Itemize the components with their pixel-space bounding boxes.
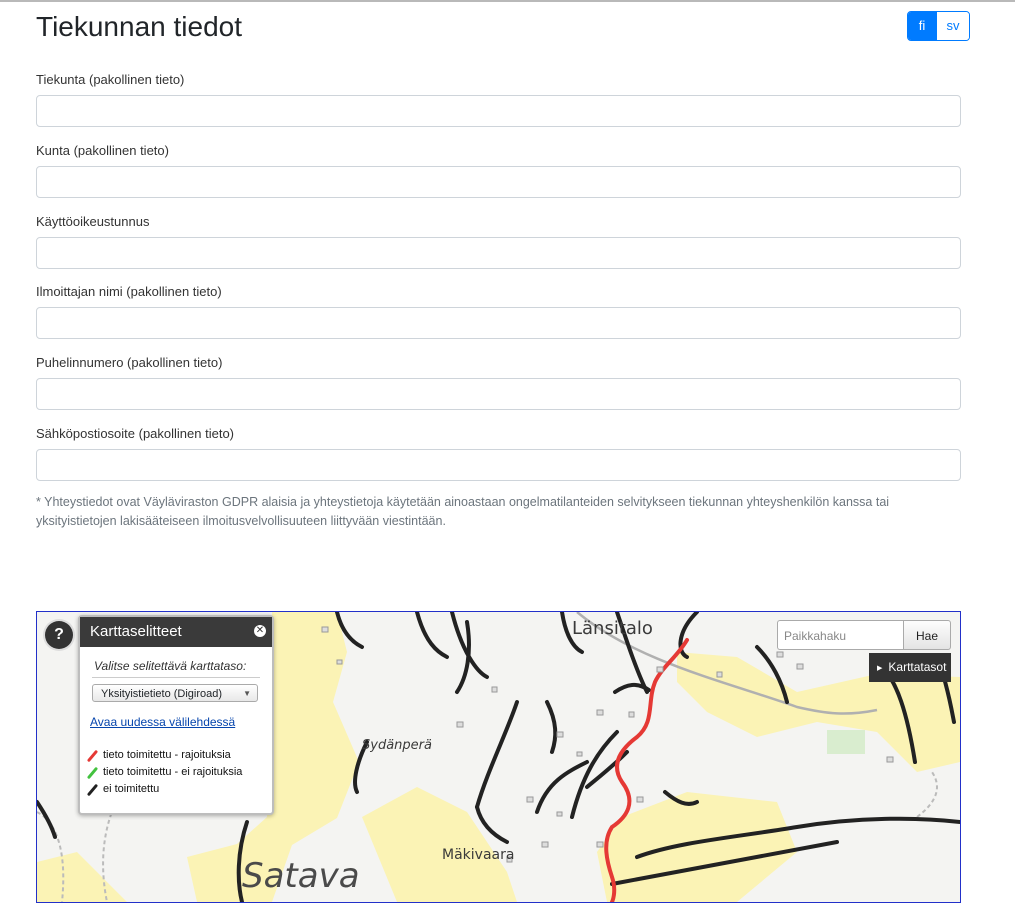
lang-sv-button[interactable]: sv bbox=[936, 12, 969, 40]
legend-item-label: tieto toimitettu - rajoituksia bbox=[103, 749, 231, 761]
map-legend-panel: Karttaselitteet ✕ Valitse selitettävä ka… bbox=[78, 615, 274, 815]
legend-item-unrestricted: tieto toimitettu - ei rajoituksia bbox=[86, 764, 272, 781]
place-search-input[interactable]: Paikkahaku bbox=[777, 620, 903, 650]
page-title: Tiekunnan tiedot bbox=[36, 11, 242, 42]
open-in-new-tab-link[interactable]: Avaa uudessa välilehdessä bbox=[90, 715, 272, 729]
field-kunta: Kunta (pakollinen tieto) bbox=[36, 143, 961, 198]
legend-item-not-reported: ei toimitettu bbox=[86, 781, 272, 798]
ilmoittajan-nimi-input[interactable] bbox=[36, 307, 961, 339]
search-button[interactable]: Hae bbox=[903, 620, 951, 650]
legend-item-label: tieto toimitettu - ei rajoituksia bbox=[103, 766, 243, 778]
place-label: Länsitalo bbox=[572, 618, 653, 639]
field-label: Puhelinnumero (pakollinen tieto) bbox=[36, 355, 223, 370]
close-icon[interactable]: ✕ bbox=[254, 625, 266, 637]
black-line-icon bbox=[86, 783, 99, 797]
top-divider bbox=[0, 0, 1015, 2]
red-line-icon bbox=[86, 749, 99, 763]
tiekunta-input[interactable] bbox=[36, 95, 961, 127]
map-layers-label: Karttatasot bbox=[888, 660, 947, 674]
field-ilmoittajan-nimi: Ilmoittajan nimi (pakollinen tieto) bbox=[36, 284, 961, 339]
layer-select[interactable]: Yksityistietieto (Digiroad) ▼ bbox=[92, 684, 258, 702]
gdpr-note: * Yhteystiedot ovat Väyläviraston GDPR a… bbox=[36, 495, 890, 528]
field-sahkopostiosoite: Sähköpostiosoite (pakollinen tieto) bbox=[36, 426, 961, 481]
layer-select-value: Yksityistietieto (Digiroad) bbox=[101, 688, 223, 700]
place-search: Paikkahaku Hae bbox=[777, 620, 951, 650]
map-view[interactable]: Länsitalo Sydänperä Mäkivaara Satava ? K… bbox=[36, 611, 961, 903]
legend-item-label: ei toimitettu bbox=[103, 783, 160, 795]
place-label: Sydänperä bbox=[362, 738, 432, 753]
place-label: Satava bbox=[242, 856, 360, 896]
green-line-icon bbox=[86, 766, 99, 780]
map-layers-button[interactable]: ▶ Karttatasot bbox=[869, 653, 951, 682]
triangle-right-icon: ▶ bbox=[877, 665, 883, 672]
kunta-input[interactable] bbox=[36, 166, 961, 198]
legend-items: tieto toimitettu - rajoituksia tieto toi… bbox=[86, 747, 272, 798]
lang-fi-button[interactable]: fi bbox=[908, 12, 936, 40]
legend-divider bbox=[92, 677, 260, 678]
sahkopostiosoite-input[interactable] bbox=[36, 449, 961, 481]
puhelinnumero-input[interactable] bbox=[36, 378, 961, 410]
field-label: Käyttöoikeustunnus bbox=[36, 214, 150, 229]
legend-header: Karttaselitteet ✕ bbox=[80, 617, 272, 647]
field-label: Tiekunta (pakollinen tieto) bbox=[36, 72, 185, 87]
kayttooikeustunnus-input[interactable] bbox=[36, 237, 961, 269]
chevron-down-icon: ▼ bbox=[243, 689, 251, 698]
field-tiekunta: Tiekunta (pakollinen tieto) bbox=[36, 72, 961, 127]
field-label: Kunta (pakollinen tieto) bbox=[36, 143, 169, 158]
field-kayttooikeustunnus: Käyttöoikeustunnus bbox=[36, 214, 961, 269]
place-label: Mäkivaara bbox=[442, 847, 515, 863]
field-label: Ilmoittajan nimi (pakollinen tieto) bbox=[36, 284, 222, 299]
legend-item-restricted: tieto toimitettu - rajoituksia bbox=[86, 747, 272, 764]
legend-prompt: Valitse selitettävä karttataso: bbox=[94, 659, 247, 673]
map-help-button[interactable]: ? bbox=[45, 621, 73, 649]
legend-title: Karttaselitteet bbox=[90, 623, 182, 640]
language-switch: fi sv bbox=[907, 11, 970, 41]
field-puhelinnumero: Puhelinnumero (pakollinen tieto) bbox=[36, 355, 961, 410]
field-label: Sähköpostiosoite (pakollinen tieto) bbox=[36, 426, 235, 441]
